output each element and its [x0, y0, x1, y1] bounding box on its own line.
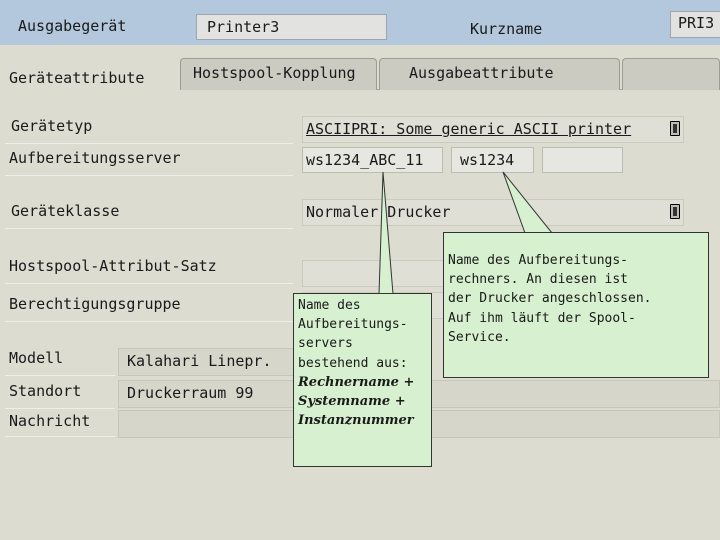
host-name-field[interactable]: ws1234	[451, 147, 534, 173]
message-label: Nachricht	[5, 411, 115, 437]
hostspool-attr-label: Hostspool-Attribut-Satz	[5, 256, 293, 284]
device-class-dropdown-icon[interactable]	[670, 204, 680, 219]
spool-server-extra-field[interactable]	[542, 147, 623, 173]
spool-server-callout-intro: Name des Aufbereitungs- servers bestehen…	[298, 298, 408, 371]
spool-server-label: Aufbereitungsserver	[5, 148, 293, 176]
tab-more[interactable]	[622, 58, 720, 90]
spool-server-callout: Name des Aufbereitungs- servers bestehen…	[293, 293, 432, 467]
model-field[interactable]: Kalahari Linepr.	[118, 348, 298, 376]
auth-group-label: Berechtigungsgruppe	[5, 294, 293, 322]
device-type-value-help-icon[interactable]	[670, 121, 680, 136]
output-device-field[interactable]: Printer3	[196, 14, 387, 40]
tab-device-attributes[interactable]: Geräteattribute	[0, 62, 180, 91]
spool-server-callout-part-instance: Instanznummer	[298, 413, 414, 429]
model-label: Modell	[5, 348, 115, 376]
device-class-field[interactable]: Normaler Drucker	[302, 199, 684, 226]
tab-hostspool-coupling[interactable]: Hostspool-Kopplung	[180, 58, 377, 90]
short-name-label: Kurzname	[470, 20, 543, 38]
host-callout: Name des Aufbereitungs- rechners. An die…	[443, 232, 709, 378]
spool-server-callout-part-host: Rechnername +	[298, 374, 415, 390]
tab-output-attributes[interactable]: Ausgabeattribute	[379, 58, 620, 90]
spool-server-field[interactable]: ws1234_ABC_11	[302, 147, 443, 173]
short-name-field[interactable]: PRI3	[670, 11, 720, 38]
location-label: Standort	[5, 381, 115, 409]
device-type-label: Gerätetyp	[5, 116, 293, 144]
output-device-label: Ausgabegerät	[18, 17, 127, 35]
spool-server-callout-part-system: Systemname +	[298, 394, 406, 410]
device-class-label: Geräteklasse	[5, 201, 293, 229]
device-type-field[interactable]: ASCIIPRI: Some generic ASCII printer	[302, 116, 684, 143]
